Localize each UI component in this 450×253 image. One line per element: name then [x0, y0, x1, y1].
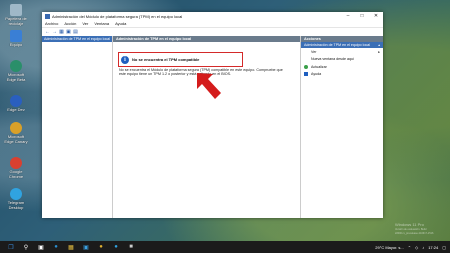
- action-ver[interactable]: Ver ▸: [301, 48, 383, 56]
- menu-archivo[interactable]: Archivo: [45, 21, 58, 26]
- search-icon[interactable]: ⚲: [22, 243, 30, 251]
- desktop-icon-label: Google Chrome: [8, 169, 24, 179]
- windows-watermark: Windows 11 Pro Versión de evaluación. Bu…: [395, 222, 450, 237]
- action-nueva-ventana[interactable]: Nueva ventana desde aquí: [301, 56, 383, 64]
- action-label: Nueva ventana desde aquí: [311, 57, 354, 62]
- desktop-icon-label: Telegram Desktop: [7, 200, 25, 210]
- refresh-icon: [304, 64, 308, 69]
- tree-pane: Administración de TPM en el equipo local: [42, 36, 113, 218]
- edge-beta-icon: [10, 60, 22, 72]
- telegram-taskbar-icon[interactable]: ●: [112, 243, 120, 251]
- telegram-desktop-icon[interactable]: Telegram Desktop: [4, 188, 28, 210]
- window-titlebar[interactable]: Administración del Módulo de plataforma …: [42, 12, 383, 20]
- info-icon: i: [121, 55, 129, 64]
- collapse-icon[interactable]: ▴: [378, 43, 380, 47]
- file-explorer-icon[interactable]: ▦: [67, 243, 75, 251]
- chrome-desktop-icon[interactable]: Google Chrome: [4, 157, 28, 179]
- forward-arrow-icon[interactable]: →: [52, 29, 57, 35]
- weather-widget[interactable]: 29°C Mayor. s...: [375, 245, 404, 250]
- task-view-icon[interactable]: ▣: [37, 243, 45, 251]
- back-arrow-icon[interactable]: ←: [45, 29, 50, 35]
- desktop-icon-label: Microsoft Edge Beta: [6, 72, 26, 82]
- chrome-taskbar-icon[interactable]: ●: [97, 243, 105, 251]
- watermark-line: Versión de evaluación. Build 22000.rs_pr…: [395, 227, 434, 236]
- menu-accion[interactable]: Acción: [64, 21, 76, 26]
- desktop-icon-label: Microsoft Edge Canary: [4, 134, 28, 144]
- recycle-bin-icon: [10, 4, 22, 16]
- window-title: Administración del Módulo de plataforma …: [52, 13, 183, 19]
- menu-ventana[interactable]: Ventana: [94, 21, 109, 26]
- alert-text: No se encuentra el TPM compatible: [132, 57, 200, 62]
- content-panes: Administración de TPM en el equipo local…: [42, 36, 383, 218]
- edge-canary-desktop-icon[interactable]: Microsoft Edge Canary: [4, 122, 28, 144]
- desktop-icon-label: Equipo: [9, 42, 23, 47]
- actions-pane: Acciones Administración de TPM en el equ…: [301, 36, 383, 218]
- tpm-not-found-alert: i No se encuentra el TPM compatible: [118, 52, 243, 67]
- help-icon[interactable]: ▣: [66, 29, 71, 35]
- action-label: Ver: [311, 49, 317, 54]
- tray-chevron-icon[interactable]: ⌃: [408, 245, 411, 250]
- tpm-taskbar-icon[interactable]: ■: [127, 243, 135, 251]
- help-book-icon: [304, 72, 308, 77]
- action-label: Ayuda: [311, 72, 322, 77]
- desktop-icon-label: Papelera de reciclaje: [5, 16, 27, 26]
- menu-ver[interactable]: Ver: [82, 21, 88, 26]
- action-actualizar[interactable]: Actualizar: [301, 63, 383, 71]
- action-ayuda[interactable]: Ayuda: [301, 71, 383, 79]
- minimize-button[interactable]: –: [341, 12, 355, 20]
- maximize-button[interactable]: □: [355, 12, 369, 20]
- show-hide-tree-icon[interactable]: ▦: [59, 29, 64, 35]
- volume-icon[interactable]: ♪: [422, 245, 424, 250]
- edge-beta-desktop-icon[interactable]: Microsoft Edge Beta: [4, 60, 28, 82]
- tpm-app-icon: [45, 13, 50, 19]
- menu-ayuda[interactable]: Ayuda: [115, 21, 126, 26]
- edge-dev-icon: [10, 95, 22, 107]
- edge-canary-icon: [10, 122, 22, 134]
- tree-item-tpm-local[interactable]: Administración de TPM en el equipo local: [42, 36, 112, 42]
- close-button[interactable]: ✕: [369, 12, 383, 20]
- edge-dev-desktop-icon[interactable]: Edge Dev: [4, 95, 28, 113]
- notifications-icon[interactable]: ▢: [442, 245, 446, 250]
- submenu-arrow-icon: ▸: [378, 49, 380, 54]
- actions-selected-label: Administración de TPM en el equipo local: [304, 43, 371, 47]
- details-header: Administración de TPM en el equipo local: [113, 36, 300, 42]
- tpm-management-window: Administración del Módulo de plataforma …: [42, 12, 383, 218]
- taskbar: ❐ ⚲ ▣ ● ▦ ▣ ● ● ■ 29°C Mayor. s... ⌃ ◇ ♪…: [0, 241, 450, 253]
- store-icon[interactable]: ▣: [82, 243, 90, 251]
- telegram-icon: [10, 188, 22, 200]
- red-arrow-annotation: [197, 73, 221, 99]
- equipo-desktop-icon[interactable]: Equipo: [4, 30, 28, 48]
- clock[interactable]: 17:24: [428, 245, 438, 250]
- chrome-icon: [10, 157, 22, 169]
- computer-icon: [10, 30, 22, 42]
- system-tray: 29°C Mayor. s... ⌃ ◇ ♪ 17:24 ▢: [371, 245, 450, 250]
- properties-icon[interactable]: ▤: [73, 29, 78, 35]
- menu-bar: Archivo Acción Ver Ventana Ayuda: [42, 20, 383, 28]
- network-icon[interactable]: ◇: [415, 245, 418, 250]
- recycle-bin-desktop-icon[interactable]: Papelera de reciclaje: [4, 4, 28, 26]
- start-button-icon[interactable]: ❐: [7, 243, 15, 251]
- action-label: Actualizar: [311, 64, 327, 69]
- details-pane: Administración de TPM en el equipo local…: [113, 36, 301, 218]
- desktop-icon-label: Edge Dev: [7, 107, 25, 112]
- edge-taskbar-icon[interactable]: ●: [52, 243, 60, 251]
